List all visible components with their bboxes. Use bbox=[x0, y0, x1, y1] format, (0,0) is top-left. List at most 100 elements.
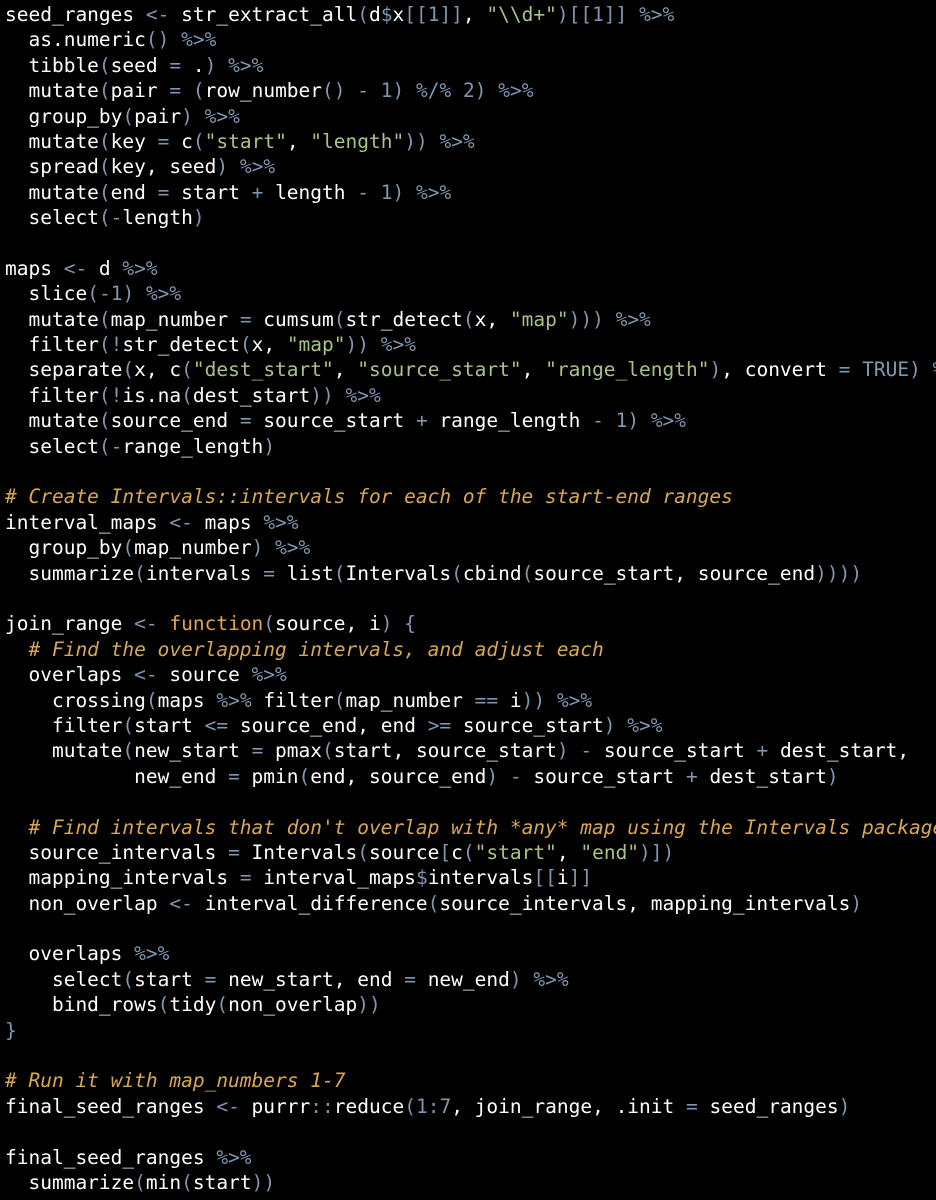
code-token: ( bbox=[122, 358, 135, 382]
code-token: - bbox=[110, 206, 123, 230]
code-token: interval_difference bbox=[192, 891, 428, 915]
code-token: ( bbox=[357, 840, 369, 864]
code-token: mutate bbox=[5, 409, 99, 433]
code-token: source_end, end bbox=[228, 713, 428, 737]
code-token: <- bbox=[169, 891, 193, 915]
code-token: intervals bbox=[145, 561, 264, 585]
code-token: <- bbox=[134, 663, 158, 687]
code-token: filter bbox=[5, 713, 123, 737]
code-token: x, bbox=[474, 307, 510, 331]
code-line: join_range <- function(source, i) { bbox=[0, 611, 936, 636]
code-token: source_start bbox=[251, 409, 416, 433]
code-token: [[1]] bbox=[404, 3, 463, 26]
code-token: %>% bbox=[556, 688, 593, 712]
code-token: %>% bbox=[650, 409, 687, 433]
code-token: ) bbox=[216, 155, 229, 179]
code-token: overlaps bbox=[5, 663, 135, 687]
code-token: spread bbox=[5, 155, 99, 179]
code-token: pair bbox=[134, 104, 182, 128]
code-token: , convert bbox=[721, 358, 839, 382]
code-token: ) bbox=[181, 104, 193, 128]
code-token: crossing bbox=[5, 688, 146, 712]
code-token: "map" bbox=[509, 307, 569, 331]
code-line: mutate(map_number = cumsum(str_detect(x,… bbox=[0, 307, 936, 332]
code-line: overlaps <- source %>% bbox=[0, 662, 936, 687]
code-token: , join_range, .init bbox=[451, 1094, 687, 1118]
code-line: mutate(new_start = pmax(start, source_st… bbox=[0, 738, 936, 763]
code-token: "source_start" bbox=[357, 358, 522, 382]
code-token: select bbox=[5, 206, 99, 230]
code-token: ( bbox=[98, 434, 111, 458]
code-token: ( bbox=[521, 561, 534, 585]
code-token: - bbox=[110, 434, 123, 458]
code-token: tidy bbox=[169, 993, 217, 1017]
code-token: ( bbox=[157, 993, 170, 1017]
code-token: %>% bbox=[627, 713, 663, 737]
code-token: )]) bbox=[639, 840, 675, 864]
code-token: %>% bbox=[380, 333, 416, 357]
code-line: overlaps %>% bbox=[0, 941, 936, 966]
code-token: 1 bbox=[380, 79, 393, 103]
code-token: source_start bbox=[521, 764, 686, 788]
code-token: interval_maps bbox=[5, 510, 170, 534]
code-token: c bbox=[169, 129, 193, 153]
code-token: = bbox=[251, 739, 264, 763]
code-token: , bbox=[556, 840, 581, 864]
code-token: 7 bbox=[439, 1094, 452, 1118]
code-token: reduce bbox=[333, 1094, 405, 1118]
code-token: start, source_start bbox=[333, 739, 557, 763]
code-token: mutate bbox=[5, 739, 123, 763]
code-token: row_number bbox=[204, 79, 323, 103]
code-token: end, source_end bbox=[310, 764, 487, 788]
code-token: filter bbox=[5, 383, 99, 407]
code-token: ) bbox=[509, 967, 522, 991]
code-token: %>% bbox=[204, 104, 240, 128]
code-token: ( bbox=[181, 358, 193, 382]
code-token: - bbox=[357, 180, 369, 204]
code-token: + bbox=[686, 764, 698, 788]
code-token: "start" bbox=[474, 840, 557, 864]
code-token: - bbox=[592, 409, 604, 433]
code-token: pmax bbox=[263, 739, 323, 763]
code-token: , bbox=[286, 129, 311, 153]
code-token: ( bbox=[98, 383, 111, 407]
code-line: filter(!is.na(dest_start)) %>% bbox=[0, 383, 936, 408]
code-token: )) bbox=[404, 129, 428, 153]
code-token: source_start, source_end bbox=[533, 561, 816, 585]
code-token: ) bbox=[556, 739, 569, 763]
code-token: )) bbox=[357, 993, 381, 1017]
code-line: select(start = new_start, end = new_end)… bbox=[0, 967, 936, 992]
code-line: mutate(pair = (row_number() - 1) %/% 2) … bbox=[0, 78, 936, 103]
code-line: spread(key, seed) %>% bbox=[0, 154, 936, 179]
code-line: select(-length) bbox=[0, 205, 936, 230]
code-line: mapping_intervals = interval_maps$interv… bbox=[0, 865, 936, 890]
code-line: seed_ranges <- str_extract_all(d$x[[1]],… bbox=[0, 2, 936, 27]
code-token: ) bbox=[204, 53, 217, 77]
code-token: ) bbox=[603, 713, 616, 737]
code-token: = bbox=[204, 967, 217, 991]
code-token: filter bbox=[251, 688, 334, 712]
code-token: ( bbox=[98, 155, 111, 179]
code-editor[interactable]: seed_ranges <- str_extract_all(d$x[[1]],… bbox=[0, 0, 936, 1200]
code-token: Intervals bbox=[345, 561, 452, 585]
code-line: final_seed_ranges %>% bbox=[0, 1145, 936, 1170]
code-token: ) bbox=[192, 206, 205, 230]
code-token: ( bbox=[122, 104, 135, 128]
code-token: [ bbox=[439, 840, 452, 864]
code-token: ) bbox=[263, 434, 276, 458]
code-token: ( bbox=[462, 307, 475, 331]
code-token: ( bbox=[122, 967, 135, 991]
code-line: # Find intervals that don't overlap with… bbox=[0, 815, 936, 840]
